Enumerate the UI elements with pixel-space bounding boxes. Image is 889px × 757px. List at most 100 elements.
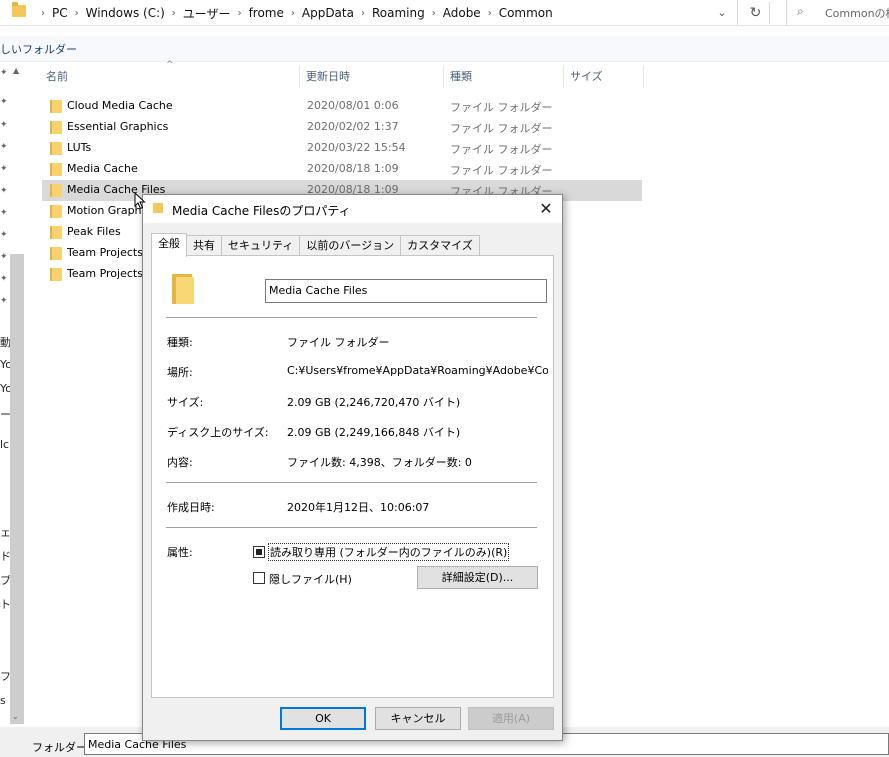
scroll-down-icon[interactable]: ⌄ (12, 712, 19, 721)
file-date: 2020/08/01 0:06 (307, 99, 399, 112)
nav-item[interactable]: Yo (0, 358, 10, 371)
nav-item[interactable]: ェ (0, 524, 10, 540)
tab-customize[interactable]: カスタマイズ (400, 235, 480, 256)
divider (166, 482, 537, 483)
file-type: ファイル フォルダー (450, 122, 553, 135)
command-bar: しいフォルダー (0, 36, 889, 62)
folder-icon (50, 163, 62, 176)
search-placeholder: Commonの検索 (825, 7, 889, 20)
breadcrumb-appdata[interactable]: AppData (302, 6, 354, 20)
readonly-checkbox[interactable] (253, 546, 265, 558)
location-label: 場所: (167, 366, 193, 379)
list-item[interactable]: LUTs 2020/03/22 15:54 ファイル フォルダー (42, 138, 642, 159)
breadcrumb-pc[interactable]: PC (52, 6, 68, 20)
file-name: Cloud Media Cache (67, 99, 173, 112)
address-box[interactable]: › PC › Windows (C:) › ユーザー › frome › App… (0, 0, 738, 25)
nav-item[interactable]: ー (0, 406, 10, 422)
chevron-right-icon[interactable]: › (291, 8, 295, 19)
advanced-button[interactable]: 詳細設定(D)... (417, 566, 538, 589)
scroll-up-icon[interactable]: ▲ (13, 66, 19, 75)
ok-button[interactable]: OK (280, 707, 366, 730)
column-headers: ^ 名前 更新日時 種類 サイズ (26, 60, 646, 88)
file-name: Essential Graphics (67, 120, 169, 133)
nav-item[interactable]: 動 (0, 334, 10, 350)
new-folder-button[interactable]: しいフォルダー (0, 41, 77, 57)
breadcrumb-windows-c[interactable]: Windows (C:) (86, 6, 165, 20)
breadcrumb-adobe[interactable]: Adobe (443, 6, 481, 20)
folder-icon (172, 274, 194, 304)
nav-scrollbar[interactable] (10, 254, 24, 724)
folder-icon (50, 184, 62, 197)
pin-icon: ✦ (0, 296, 8, 306)
refresh-icon[interactable]: ↻ (742, 2, 770, 24)
dialog-titlebar[interactable]: Media Cache Filesのプロパティ ✕ (143, 195, 562, 223)
file-name: Media Cache (67, 162, 138, 175)
nav-item[interactable]: ド (0, 548, 10, 564)
chevron-right-icon[interactable]: › (75, 8, 79, 19)
chevron-right-icon[interactable]: › (238, 8, 242, 19)
breadcrumb-frome[interactable]: frome (249, 6, 284, 20)
pin-icon: ✦ (0, 230, 8, 240)
chevron-right-icon[interactable]: › (432, 8, 436, 19)
divider (166, 527, 537, 528)
column-header-type[interactable]: 種類 (444, 66, 564, 88)
pin-icon: ✦ (0, 274, 8, 284)
readonly-label[interactable]: 読み取り専用 (フォルダー内のファイルのみ)(R) (267, 543, 510, 561)
type-label: 種類: (167, 336, 193, 349)
navigation-pane: ✦ ✦ ✦ ✦ ✦ ✦ ✦ ✦ ✦ ✦ ✦ 動 Yo Yo ー lc ェ ド プ… (0, 62, 26, 727)
nav-item[interactable]: プ (0, 572, 10, 588)
pin-icon: ✦ (0, 252, 8, 262)
folder-icon (50, 268, 62, 281)
chevron-right-icon[interactable]: › (361, 8, 365, 19)
pin-icon: ✦ (0, 164, 8, 174)
chevron-right-icon: › (41, 7, 45, 19)
breadcrumb: › PC › Windows (C:) › ユーザー › frome › App… (34, 4, 553, 22)
nav-item[interactable]: ト (0, 596, 10, 612)
hidden-checkbox[interactable] (253, 572, 265, 584)
tab-previous-versions[interactable]: 以前のバージョン (299, 235, 402, 256)
nav-item[interactable]: Yo (0, 382, 10, 395)
column-header-size[interactable]: サイズ (564, 66, 644, 88)
search-input[interactable]: ⌕ Commonの検索 (786, 0, 889, 25)
chevron-down-icon[interactable]: ⌄ (712, 3, 732, 23)
chevron-right-icon[interactable]: › (488, 8, 492, 19)
folder-icon (153, 203, 163, 213)
apply-button[interactable]: 適用(A) (468, 707, 554, 730)
location-value: C:¥Users¥frome¥AppData¥Roaming¥Adobe¥Com… (287, 364, 548, 377)
hidden-label[interactable]: 隠しファイル(H) (269, 571, 352, 587)
address-bar: › PC › Windows (C:) › ユーザー › frome › App… (0, 0, 889, 26)
breadcrumb-common[interactable]: Common (499, 6, 553, 20)
mouse-cursor-icon (134, 192, 146, 210)
nav-item[interactable]: s (0, 694, 10, 707)
folder-icon (50, 121, 62, 134)
pin-icon: ✦ (0, 208, 8, 218)
created-value: 2020年1月12日、10:06:07 (287, 501, 430, 514)
divider (166, 317, 537, 318)
folder-name-input[interactable]: Media Cache Files (265, 279, 547, 303)
file-name: LUTs (67, 141, 92, 154)
breadcrumb-roaming[interactable]: Roaming (372, 6, 425, 20)
column-header-date[interactable]: 更新日時 (300, 66, 444, 88)
type-value: ファイル フォルダー (287, 336, 390, 349)
folder-icon (50, 100, 62, 113)
pin-icon: ✦ (0, 142, 8, 152)
list-item[interactable]: Cloud Media Cache 2020/08/01 0:06 ファイル フ… (42, 96, 642, 117)
pin-icon: ✦ (0, 68, 8, 78)
list-item[interactable]: Media Cache 2020/08/18 1:09 ファイル フォルダー (42, 159, 642, 180)
dialog-tabs: 全般 共有 セキュリティ 以前のバージョン カスタマイズ (151, 233, 480, 257)
disk-size-value: 2.09 GB (2,249,166,848 バイト) (287, 426, 461, 439)
nav-item[interactable]: lc (0, 438, 10, 451)
breadcrumb-users[interactable]: ユーザー (183, 5, 231, 22)
close-icon[interactable]: ✕ (533, 197, 559, 221)
tab-sharing[interactable]: 共有 (186, 235, 222, 256)
list-item[interactable]: Essential Graphics 2020/02/02 1:37 ファイル … (42, 117, 642, 138)
folder-icon (50, 226, 62, 239)
column-header-name[interactable]: 名前 (40, 66, 300, 88)
cancel-button[interactable]: キャンセル (375, 707, 461, 730)
folder-icon (12, 2, 26, 17)
file-type: ファイル フォルダー (450, 164, 553, 177)
tab-general[interactable]: 全般 (151, 233, 187, 257)
chevron-right-icon[interactable]: › (172, 8, 176, 19)
tab-security[interactable]: セキュリティ (221, 235, 301, 256)
nav-item[interactable]: フ (0, 668, 10, 684)
